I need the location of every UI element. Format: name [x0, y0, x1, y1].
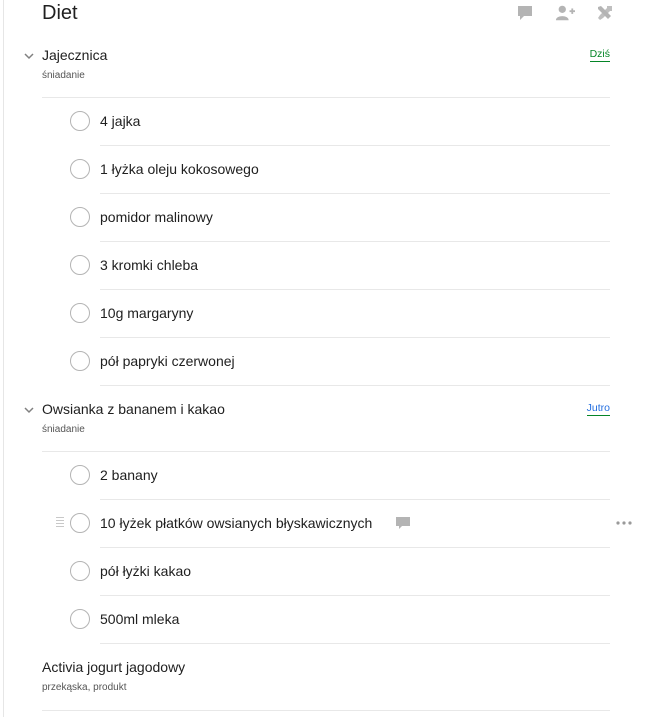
divider	[100, 385, 610, 386]
more-icon[interactable]	[614, 518, 634, 528]
subtask-name[interactable]: 10 łyżek płatków owsianych błyskawicznyc…	[100, 514, 372, 532]
divider	[100, 643, 610, 644]
subtask-name[interactable]: pół łyżki kakao	[100, 562, 191, 580]
settings-icon[interactable]	[595, 3, 615, 23]
task-item[interactable]: Activia jogurt jagodowy przekąska, produ…	[0, 656, 649, 712]
subtask-name[interactable]: 1 łyżka oleju kokosowego	[100, 160, 259, 178]
page-title: Diet	[42, 2, 78, 24]
task-checkbox[interactable]	[70, 255, 90, 275]
chevron-down-icon[interactable]	[22, 403, 36, 417]
task-checkbox[interactable]	[70, 561, 90, 581]
task-checkbox[interactable]	[70, 609, 90, 629]
subtask-name[interactable]: 10g margaryny	[100, 304, 193, 322]
task-checkbox[interactable]	[70, 351, 90, 371]
add-person-icon[interactable]	[555, 3, 575, 23]
task-item[interactable]: Owsianka z bananem i kakao śniadanie Jut…	[0, 398, 649, 452]
subtask-name[interactable]: 2 banany	[100, 466, 158, 484]
subtask-item[interactable]: pomidor malinowy	[0, 193, 649, 242]
task-checkbox[interactable]	[70, 111, 90, 131]
subtask-item[interactable]: 3 kromki chleba	[0, 241, 649, 290]
task-checkbox[interactable]	[70, 465, 90, 485]
subtask-item[interactable]: pół łyżki kakao	[0, 547, 649, 596]
subtask-item[interactable]: 4 jajka	[0, 97, 649, 146]
subtask-item[interactable]: 1 łyżka oleju kokosowego	[0, 145, 649, 194]
task-labels[interactable]: śniadanie	[42, 69, 85, 82]
subtask-item[interactable]: 2 banany	[0, 451, 649, 500]
subtask-item[interactable]: 500ml mleka	[0, 595, 649, 644]
drag-handle-icon[interactable]	[56, 517, 64, 529]
due-date[interactable]: Dziś	[589, 47, 610, 62]
subtask-item-hovered[interactable]: 10 łyżek płatków owsianych błyskawicznyc…	[0, 499, 649, 548]
task-checkbox[interactable]	[70, 159, 90, 179]
task-checkbox[interactable]	[70, 513, 90, 533]
subtask-name[interactable]: 4 jajka	[100, 112, 140, 130]
task-labels[interactable]: śniadanie	[42, 423, 85, 436]
subtask-item[interactable]: pół papryki czerwonej	[0, 337, 649, 386]
comment-icon[interactable]	[395, 516, 411, 530]
task-name[interactable]: Jajecznica	[42, 46, 107, 64]
subtask-name[interactable]: 3 kromki chleba	[100, 256, 198, 274]
task-name[interactable]: Activia jogurt jagodowy	[42, 658, 185, 676]
task-checkbox[interactable]	[70, 303, 90, 323]
task-item[interactable]: Jajecznica śniadanie Dziś	[0, 44, 649, 98]
task-name[interactable]: Owsianka z bananem i kakao	[42, 400, 225, 418]
subtask-name[interactable]: 500ml mleka	[100, 610, 179, 628]
project-header: Diet	[0, 0, 649, 30]
task-checkbox[interactable]	[70, 207, 90, 227]
subtask-item[interactable]: 10g margaryny	[0, 289, 649, 338]
due-date[interactable]: Jutro	[586, 401, 610, 416]
comment-icon[interactable]	[515, 3, 535, 23]
divider	[42, 710, 610, 711]
task-labels[interactable]: przekąska, produkt	[42, 681, 127, 694]
subtask-name[interactable]: pomidor malinowy	[100, 208, 213, 226]
chevron-down-icon[interactable]	[22, 49, 36, 63]
subtask-name[interactable]: pół papryki czerwonej	[100, 352, 235, 370]
